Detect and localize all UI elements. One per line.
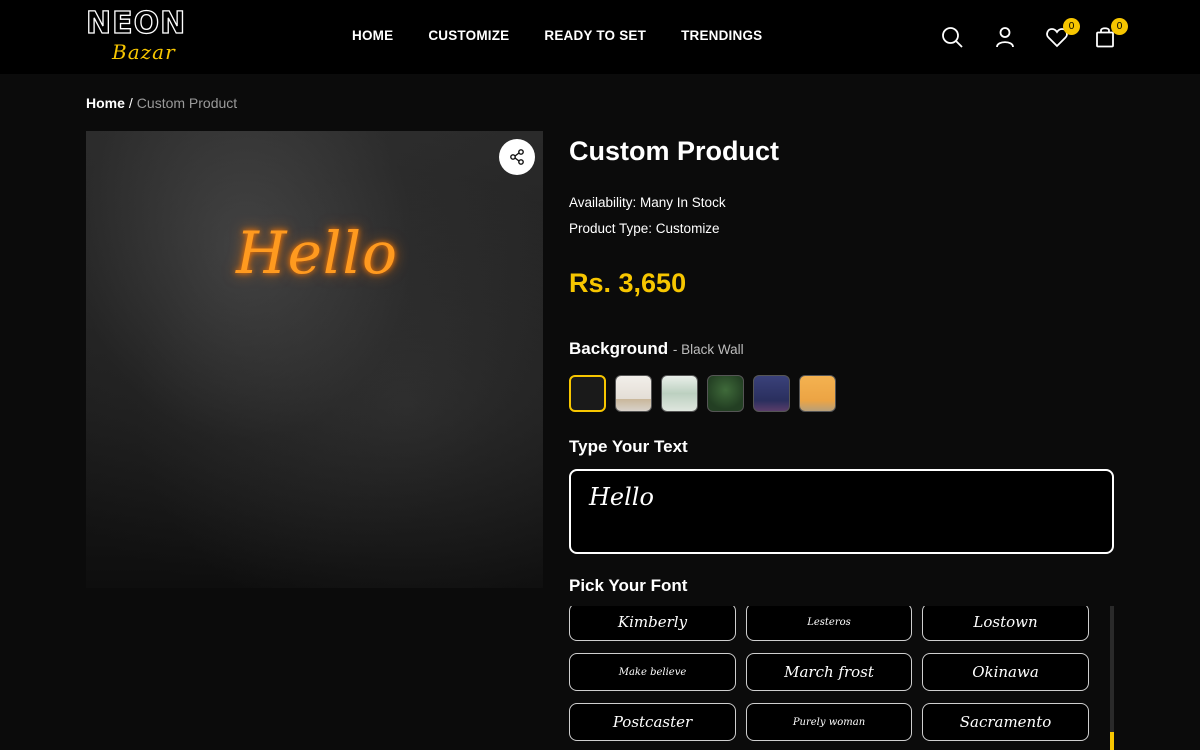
product-price: Rs. 3,650 xyxy=(569,268,687,298)
background-label-text: Background xyxy=(569,339,669,358)
font-option-postcaster[interactable]: Postcaster xyxy=(569,703,736,741)
product-title: Custom Product xyxy=(569,136,780,166)
font-picker-scroll-thumb[interactable] xyxy=(1110,732,1114,750)
search-icon[interactable] xyxy=(939,24,965,50)
swatch-orange-wall[interactable] xyxy=(799,375,836,412)
font-option-make-believe[interactable]: Make believe xyxy=(569,653,736,691)
background-selected-name: - Black Wall xyxy=(672,342,744,357)
background-swatches xyxy=(569,375,836,412)
type-your-text-label: Type Your Text xyxy=(569,437,688,456)
site-header: NEON Bazar HOME CUSTOMIZE READY TO SET T… xyxy=(0,0,1200,74)
share-button[interactable] xyxy=(499,139,535,175)
font-option-okinawa[interactable]: Okinawa xyxy=(922,653,1089,691)
nav-home[interactable]: HOME xyxy=(352,28,393,43)
share-icon xyxy=(510,149,524,165)
swatch-white-room[interactable] xyxy=(615,375,652,412)
logo-bazar-text: Bazar xyxy=(112,40,176,64)
breadcrumb-current: Custom Product xyxy=(136,95,238,111)
font-option-purely-woman[interactable]: Purely woman xyxy=(746,703,912,741)
breadcrumb-separator: / xyxy=(128,95,133,111)
neon-preview-text: Hello xyxy=(236,219,398,287)
nav-customize[interactable]: CUSTOMIZE xyxy=(428,28,509,43)
nav-trendings[interactable]: TRENDINGS xyxy=(681,28,762,43)
cart-count-badge: 0 xyxy=(1111,18,1128,35)
custom-text-value: Hello xyxy=(589,483,654,511)
swatch-green-wall[interactable] xyxy=(707,375,744,412)
pick-your-font-label: Pick Your Font xyxy=(569,576,688,595)
neon-bazar-logo[interactable]: NEON Bazar xyxy=(85,6,187,68)
custom-text-input[interactable]: Hello xyxy=(569,469,1114,554)
nav-ready-to-set[interactable]: READY TO SET xyxy=(544,28,646,43)
main-nav: HOME CUSTOMIZE READY TO SET TRENDINGS xyxy=(352,28,762,43)
breadcrumb: Home / Custom Product xyxy=(86,95,237,111)
font-option-kimberly[interactable]: Kimberly xyxy=(569,606,736,641)
font-option-march-frost[interactable]: March frost xyxy=(746,653,912,691)
product-type-text: Product Type: Customize xyxy=(569,221,720,236)
wishlist-count-badge: 0 xyxy=(1063,18,1080,35)
breadcrumb-home[interactable]: Home xyxy=(86,95,125,111)
wishlist-icon[interactable]: 0 xyxy=(1044,18,1080,50)
font-picker-scrollbar[interactable] xyxy=(1110,606,1114,750)
availability-text: Availability: Many In Stock xyxy=(569,195,726,210)
font-option-lesteros[interactable]: Lesteros xyxy=(746,606,912,641)
font-option-lostown[interactable]: Lostown xyxy=(922,606,1089,641)
account-icon[interactable] xyxy=(992,24,1018,50)
product-preview-image: Hello xyxy=(86,131,543,588)
font-picker: Kimberly Lesteros Lostown Make believe M… xyxy=(569,606,1114,750)
logo-neon-text: NEON xyxy=(85,6,187,41)
cart-icon[interactable]: 0 xyxy=(1092,18,1128,50)
font-option-sacramento[interactable]: Sacramento xyxy=(922,703,1089,741)
swatch-black-wall[interactable] xyxy=(569,375,606,412)
swatch-navy-wall[interactable] xyxy=(753,375,790,412)
swatch-green-plant-room[interactable] xyxy=(661,375,698,412)
background-label: Background - Black Wall xyxy=(569,339,744,359)
